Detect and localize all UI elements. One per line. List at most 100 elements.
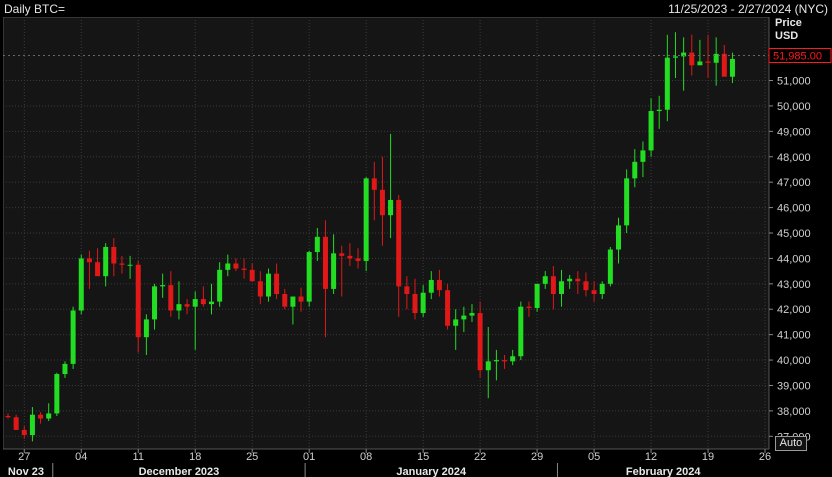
candle-body (689, 52, 695, 66)
candle (518, 301, 524, 361)
candle-body (664, 57, 670, 110)
candle-body (640, 150, 646, 162)
chart-title: Daily BTC= (4, 2, 66, 16)
candle-body (583, 281, 589, 291)
candle-body (388, 199, 394, 216)
y-axis-title: Price USD (775, 17, 802, 43)
chart-area[interactable]: 37,00038,00039,00040,00041,00042,00043,0… (3, 17, 832, 477)
candle-body (697, 61, 703, 66)
candle-body (274, 273, 280, 294)
candle-body (322, 236, 328, 289)
candle-body (599, 283, 605, 294)
candle-body (485, 361, 491, 371)
x-tick-label: 05 (588, 451, 600, 463)
candle-body (705, 61, 711, 63)
candle-body (559, 281, 565, 294)
candle-body (542, 276, 548, 284)
candle-body (575, 278, 581, 282)
candle-body (331, 253, 337, 289)
candle-body (176, 304, 182, 311)
candle-body (241, 268, 247, 270)
candle-body (29, 414, 35, 436)
candle-body (672, 56, 678, 58)
x-tick-label: 01 (303, 451, 315, 463)
candle-body (290, 296, 296, 307)
candle (78, 254, 84, 315)
month-label: February 2024 (626, 466, 701, 477)
candle-body (86, 258, 92, 263)
candle-body (624, 178, 630, 226)
candle-body (493, 360, 499, 362)
y-tick-label: 46,000 (777, 203, 811, 215)
candle-body (54, 374, 60, 414)
y-tick-label: 48,000 (777, 152, 811, 164)
candle-body (306, 252, 312, 302)
x-tick-label: 18 (189, 451, 201, 463)
candle-body (469, 313, 475, 316)
candle-body (70, 310, 76, 364)
candle-body (62, 363, 68, 375)
candle-body (95, 262, 101, 277)
candle-body (461, 315, 467, 320)
candle (445, 283, 451, 330)
candle-body (721, 53, 727, 77)
month-label: Nov 23 (8, 466, 44, 477)
y-tick-label: 42,000 (777, 304, 811, 316)
candle-body (111, 246, 117, 264)
y-tick-label: 47,000 (777, 177, 811, 189)
y-tick-label: 45,000 (777, 228, 811, 240)
candle-body (379, 189, 385, 216)
y-tick-label: 38,000 (777, 406, 811, 418)
candle (477, 301, 483, 378)
candle-body (103, 246, 109, 277)
candle-body (209, 301, 214, 305)
candle-body (412, 293, 418, 314)
header-bar: Daily BTC= 11/25/2023 - 2/27/2024 (NYC) (0, 0, 832, 17)
candle-body (632, 161, 638, 179)
candle-body (436, 280, 442, 291)
candle-body (78, 258, 84, 311)
candle-body (225, 263, 231, 270)
candle-body (298, 296, 304, 302)
candle-body (371, 178, 377, 190)
candle-body (526, 306, 532, 308)
candle-body (420, 292, 426, 314)
y-tick-label: 41,000 (777, 330, 811, 342)
month-label: January 2024 (396, 466, 467, 477)
last-price-label: 51,985.00 (773, 50, 822, 62)
candle-body (656, 109, 662, 112)
y-tick-label: 49,000 (777, 126, 811, 138)
candle-body (355, 258, 361, 261)
candle-body (143, 319, 149, 338)
candle-body (282, 293, 288, 307)
candle-body (257, 281, 263, 297)
candle-body (127, 264, 133, 266)
candle-body (192, 299, 198, 307)
y-tick-label: 44,000 (777, 253, 811, 265)
x-tick-label: 22 (474, 451, 486, 463)
x-tick-label: 11 (133, 451, 144, 463)
x-tick-label: 04 (75, 451, 87, 463)
candle-body (453, 319, 459, 326)
candle-body (363, 178, 369, 261)
x-tick-label: 27 (18, 451, 30, 463)
candle-body (265, 273, 271, 297)
candle-body (314, 236, 320, 253)
x-tick-label: 12 (645, 451, 657, 463)
candle-body (567, 278, 573, 282)
y-axis-title-unit: USD (775, 30, 799, 42)
candle-body (404, 286, 410, 294)
x-tick-label: 08 (360, 451, 372, 463)
candle (624, 169, 630, 233)
candle-body (616, 225, 621, 250)
x-tick-label: 26 (759, 451, 771, 463)
auto-scale-button[interactable]: Auto (775, 436, 807, 451)
y-tick-label: 39,000 (777, 380, 811, 392)
candle-body (160, 285, 166, 287)
x-tick-label: 25 (246, 451, 258, 463)
x-tick-label: 15 (417, 451, 429, 463)
candle-body (510, 356, 516, 362)
candle (534, 283, 540, 312)
candlestick-chart[interactable]: 37,00038,00039,00040,00041,00042,00043,0… (3, 17, 832, 477)
candle-body (217, 269, 223, 302)
